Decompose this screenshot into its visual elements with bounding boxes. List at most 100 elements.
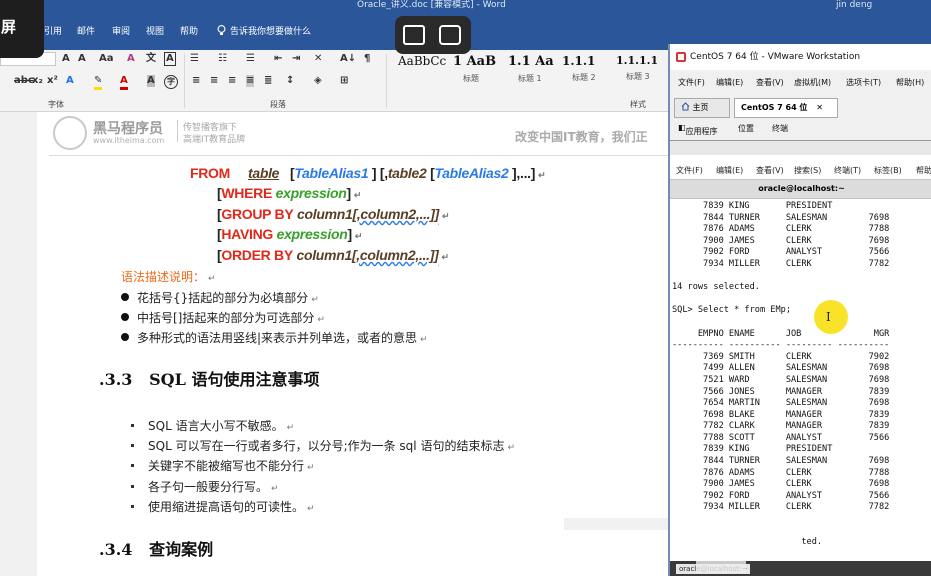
window-capture-icon[interactable] [403, 25, 425, 45]
ribbon-separator [386, 54, 387, 108]
vm-menu-tabs[interactable]: 选项卡(T) [846, 77, 881, 88]
word-title-bar: Oracle_讲义.doc [兼容模式] - Word jin deng [0, 0, 931, 12]
font-color-icon[interactable]: A [120, 75, 128, 90]
terminal-menu[interactable]: 终端 [772, 123, 788, 134]
tab-review[interactable]: 审阅 [112, 24, 130, 37]
align-right-icon[interactable]: ≡ [228, 75, 236, 87]
term-menu-file[interactable]: 文件(F) [676, 165, 703, 176]
sql-line-from: FROM table [TableAlias1 ] [,table2 [Tabl… [190, 165, 546, 181]
terminal-line: 14 rows selected. [672, 282, 760, 293]
terminal-line: 7521 WARD SALESMAN 7698 [672, 374, 890, 385]
tab-home[interactable]: 主页 [674, 98, 730, 118]
term-menu-tabs[interactable]: 标签(B) [874, 165, 902, 176]
grow-font-icon[interactable]: A [62, 53, 70, 65]
shrink-font-icon[interactable]: A [78, 53, 86, 65]
vm-guest-screen[interactable]: 文件(F) 编辑(E) 查看(V) 搜索(S) 终端(T) 标签(B) 帮助 o… [670, 140, 931, 576]
document-page[interactable]: 黑马程序员 www.itheima.com 传智播客旗下 高端IT教育品牌 改变… [37, 112, 668, 576]
style-heading-1[interactable]: 1.1 Aa 标题 1 [508, 54, 568, 88]
terminal-line: 7876 ADAMS CLERK 7788 [672, 224, 890, 235]
blurred-region [564, 518, 668, 530]
ribbon-separator [184, 54, 185, 108]
subscript-icon[interactable]: x₂ [32, 75, 43, 87]
enclose-characters-icon[interactable]: 字 [164, 75, 178, 89]
guest-top-bar [670, 141, 931, 155]
vm-menu-view[interactable]: 查看(V) [756, 77, 784, 88]
vmware-title-bar: CentOS 7 64 位 - VMware Workstation [670, 44, 931, 70]
style-heading-3[interactable]: 1.1.1.1 标题 3 [616, 54, 676, 88]
applications-menu[interactable]: ◧ 应用程序 [678, 123, 718, 136]
terminal-output[interactable]: 7839 KING PRESIDENT 7844 TURNER SALESMAN… [670, 201, 931, 557]
terminal-line: ted. [672, 537, 823, 548]
word-window-title: Oracle_讲义.doc [兼容模式] - Word [357, 0, 506, 10]
strikethrough-icon[interactable]: abc [14, 75, 34, 87]
tab-centos[interactable]: CentOS 7 64 位 ✕ [734, 98, 838, 118]
term-menu-terminal[interactable]: 终端(T) [834, 165, 861, 176]
tell-me-search[interactable]: 告诉我你想要做什么 [217, 24, 311, 37]
term-menu-help[interactable]: 帮助 [916, 165, 931, 176]
line-spacing-icon[interactable]: ↕ [286, 75, 294, 87]
tab-references[interactable]: 引用 [44, 24, 62, 37]
banner-slogan: 改变中国IT教育，我们正 [515, 130, 648, 144]
chinese-layout-icon[interactable]: ✕ [314, 53, 322, 65]
terminal-line: 7499 ALLEN SALESMAN 7698 [672, 363, 890, 374]
superscript-icon[interactable]: x² [47, 75, 58, 87]
vm-menu-vm[interactable]: 虚拟机(M) [794, 77, 831, 88]
screen-record-icon[interactable] [439, 25, 461, 45]
increase-indent-icon[interactable]: ⇥ [292, 53, 300, 65]
term-menu-edit[interactable]: 编辑(E) [716, 165, 743, 176]
close-tab-icon[interactable]: ✕ [816, 103, 823, 112]
style-heading-2[interactable]: 1.1.1 标题 2 [562, 54, 622, 88]
style-title[interactable]: 1 AaB 标题 [453, 54, 513, 88]
banner-brand-name: 黑马程序员 [93, 121, 163, 137]
character-shading-icon[interactable]: A [147, 75, 155, 87]
change-case-icon[interactable]: Aa [99, 53, 114, 65]
clear-formatting-icon[interactable]: A [127, 53, 135, 65]
vm-menu-edit[interactable]: 编辑(E) [716, 77, 743, 88]
terminal-line: 7654 MARTIN SALESMAN 7698 [672, 398, 890, 409]
decrease-indent-icon[interactable]: ⇤ [274, 53, 282, 65]
tab-view[interactable]: 视图 [146, 24, 164, 37]
align-center-icon[interactable]: ≡ [210, 75, 218, 87]
show-marks-icon[interactable]: ¶ [364, 53, 370, 65]
vmware-tab-strip: 主页 CentOS 7 64 位 ✕ [674, 98, 929, 118]
distributed-icon[interactable]: ≣ [264, 75, 272, 87]
align-left-icon[interactable]: ≡ [192, 75, 200, 87]
places-menu[interactable]: 位置 [738, 123, 754, 134]
capture-controls [395, 16, 471, 54]
vm-menu-file[interactable]: 文件(F) [678, 77, 705, 88]
term-menu-search[interactable]: 搜索(S) [794, 165, 821, 176]
word-user-name[interactable]: jin deng [836, 0, 872, 10]
justify-icon[interactable]: ≡ [246, 75, 255, 87]
terminal-line: 7839 KING PRESIDENT [672, 444, 833, 455]
text-effects-icon[interactable]: A [66, 75, 74, 87]
screen: Oracle_讲义.doc [兼容模式] - Word jin deng 引用 … [0, 0, 931, 576]
styles-group-label: 样式 [630, 100, 646, 109]
borders-icon[interactable]: ⊞ [340, 75, 348, 87]
shading-icon[interactable]: ◈ [314, 75, 322, 87]
terminal-line: 7698 BLAKE MANAGER 7839 [672, 409, 890, 420]
style-normal[interactable]: AaBbCc [398, 54, 458, 88]
terminal-line: 7900 JAMES CLERK 7698 [672, 235, 890, 246]
vmware-menu-bar: 文件(F) 编辑(E) 查看(V) 虚拟机(M) 选项卡(T) 帮助(H) [670, 72, 931, 92]
bullets-icon[interactable]: ☰ [190, 53, 199, 65]
tab-help[interactable]: 帮助 [180, 24, 198, 37]
term-menu-view[interactable]: 查看(V) [756, 165, 784, 176]
tab-mailings[interactable]: 邮件 [77, 24, 95, 37]
character-border-icon[interactable]: A [164, 52, 176, 66]
terminal-line: 7839 KING PRESIDENT [672, 201, 833, 211]
vm-menu-help[interactable]: 帮助(H) [896, 77, 924, 88]
styles-gallery: AaBbCc 1 AaB 标题 1.1 Aa 标题 1 1.1.1 标题 2 1.1.… [398, 52, 658, 90]
numbering-icon[interactable]: ☷ [218, 53, 227, 65]
multilevel-list-icon[interactable]: ☰ [246, 53, 255, 65]
note-item: SQL 语言大小写不敏感。 ↵ [131, 417, 294, 434]
terminal-line: 7844 TURNER SALESMAN 7698 [672, 456, 890, 467]
note-item: 各子句一般要分行写。 ↵ [131, 478, 279, 495]
terminal-line: 7782 CLARK MANAGER 7839 [672, 421, 890, 432]
highlight-icon[interactable]: ✎ [94, 75, 103, 90]
sort-icon[interactable]: A↓ [340, 53, 356, 65]
phonetic-guide-icon[interactable]: 文 [146, 53, 156, 65]
terminal-line: 7876 ADAMS CLERK 7788 [672, 467, 890, 478]
